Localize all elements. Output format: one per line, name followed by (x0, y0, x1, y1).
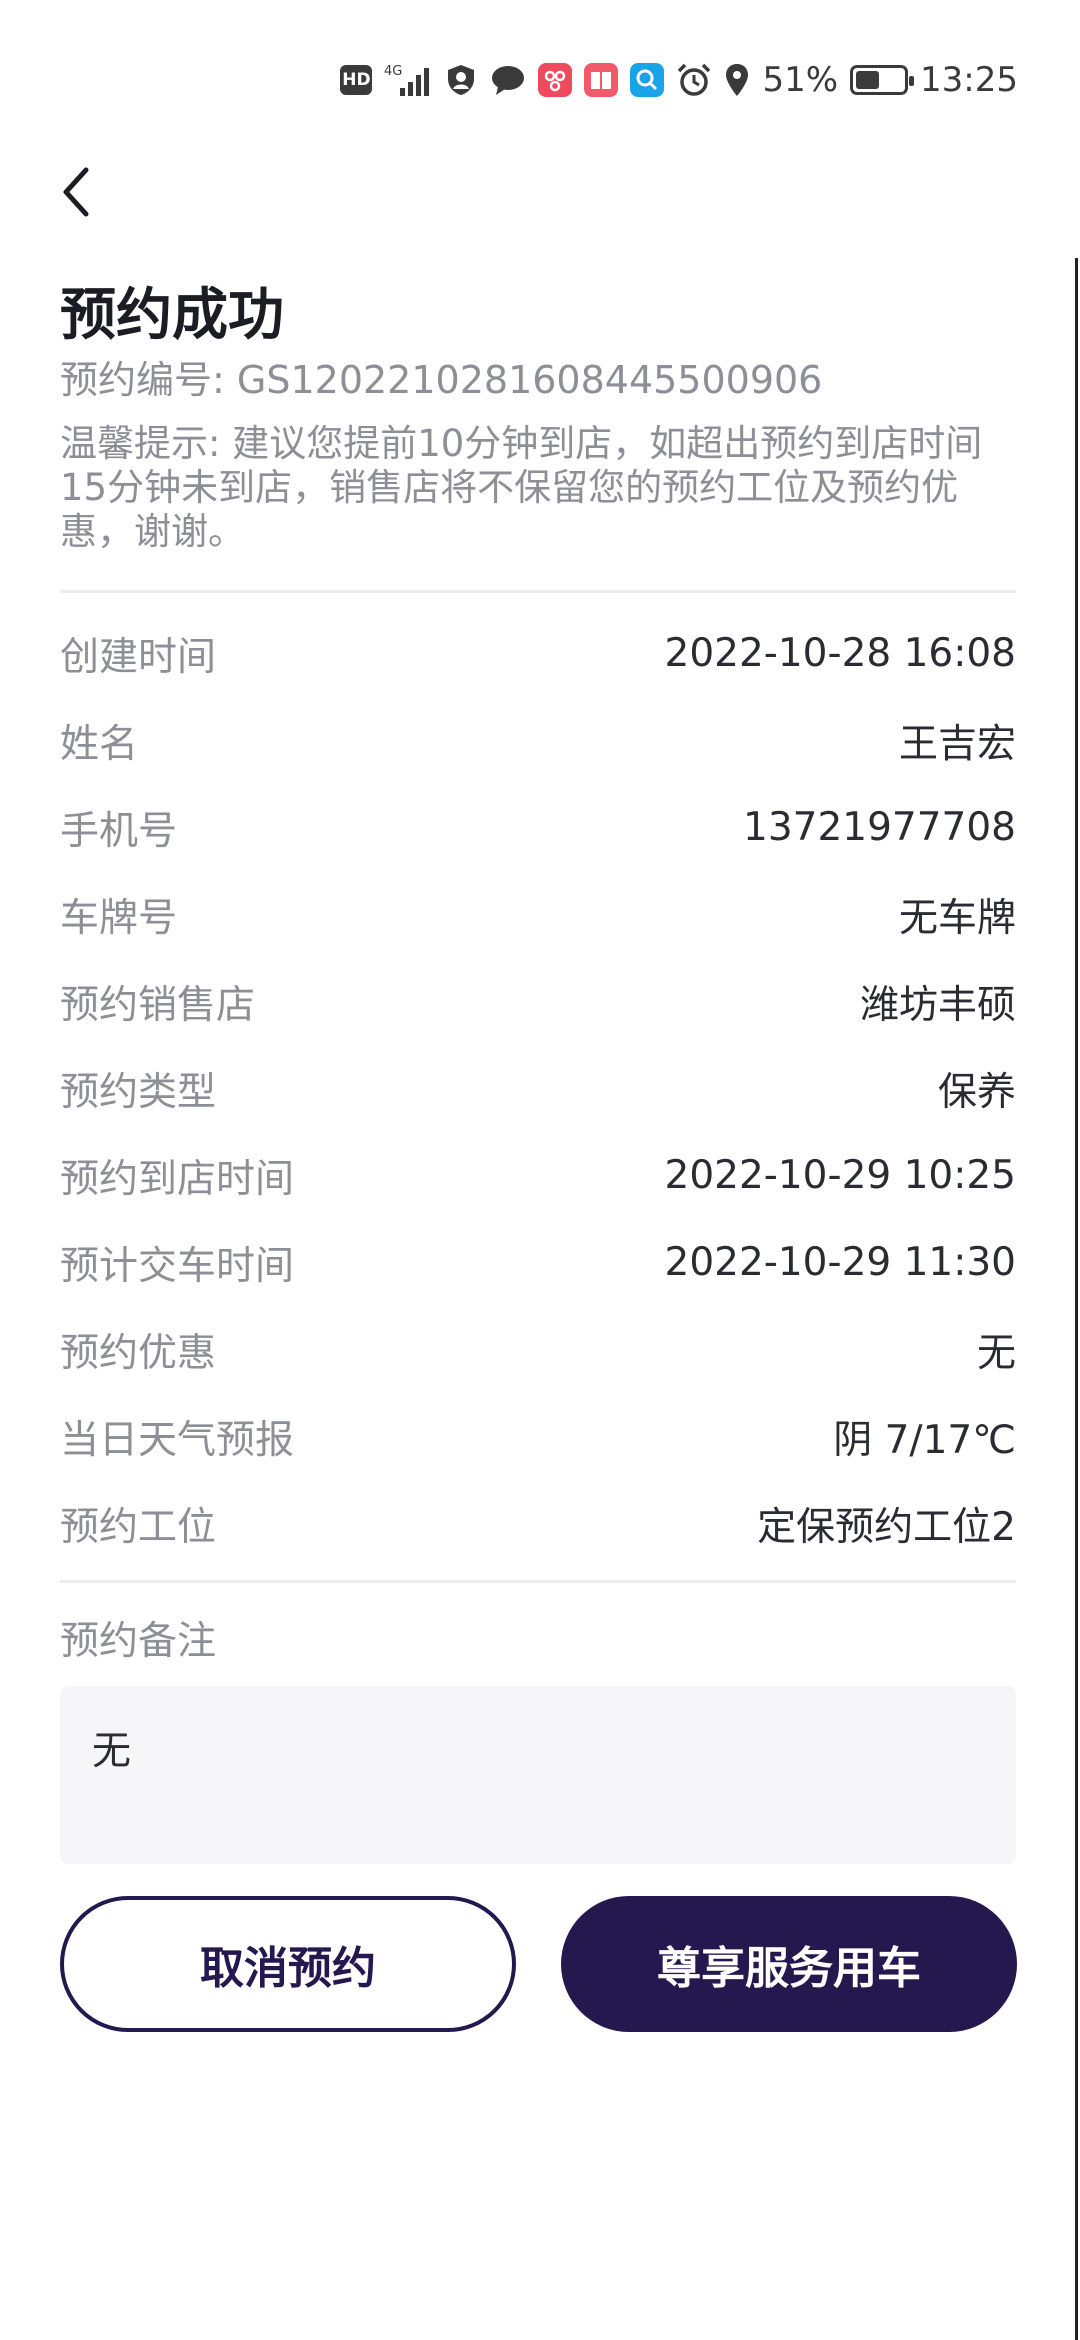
search-app-icon (630, 63, 665, 97)
detail-label: 当日天气预报 (60, 1417, 295, 1463)
detail-label: 姓名 (60, 721, 139, 767)
screen: HD 4G 51% 13:25 预约成功 预约编号: GS12022102816… (0, 0, 1080, 2340)
battery-fill (856, 71, 880, 89)
detail-row-bay: 预约工位 定保预约工位2 (60, 1480, 1016, 1567)
chat-bubble-icon (490, 63, 526, 97)
detail-label: 预约工位 (60, 1504, 217, 1550)
detail-row-weather: 当日天气预报 阴 7/17℃ (60, 1393, 1016, 1480)
detail-value: 无车牌 (898, 895, 1016, 941)
detail-value: 13721977708 (743, 805, 1016, 850)
book-app-icon (584, 63, 619, 97)
divider-top (60, 590, 1016, 593)
detail-row-type: 预约类型 保养 (60, 1045, 1016, 1132)
detail-label: 创建时间 (60, 634, 217, 680)
detail-label: 预约类型 (60, 1069, 217, 1115)
detail-row-phone: 手机号 13721977708 (60, 784, 1016, 871)
detail-value: 王吉宏 (898, 721, 1016, 767)
status-bar: HD 4G 51% 13:25 (340, 52, 1018, 108)
detail-value: 2022-10-28 16:08 (664, 631, 1016, 676)
order-number: 预约编号: GS120221028160844550​0906 (60, 355, 822, 405)
detail-value: 2022-10-29 11:30 (664, 1240, 1016, 1285)
clock-time: 13:25 (920, 60, 1018, 100)
shield-user-icon (444, 63, 478, 97)
detail-row-plate: 车牌号 无车牌 (60, 871, 1016, 958)
remark-box: 无 (60, 1686, 1016, 1864)
detail-value: 保养 (937, 1069, 1016, 1115)
detail-row-name: 姓名 王吉宏 (60, 697, 1016, 784)
detail-label: 车牌号 (60, 895, 178, 941)
detail-label: 预约优惠 (60, 1330, 217, 1376)
detail-row-created-time: 创建时间 2022-10-28 16:08 (60, 610, 1016, 697)
detail-row-delivery-time: 预计交车时间 2022-10-29 11:30 (60, 1219, 1016, 1306)
app-red-icon (538, 63, 573, 97)
chevron-left-icon (63, 167, 89, 217)
detail-value: 2022-10-29 10:25 (664, 1153, 1016, 1198)
detail-row-discount: 预约优惠 无 (60, 1306, 1016, 1393)
divider-bottom (60, 1580, 1016, 1583)
detail-label: 预计交车时间 (60, 1243, 295, 1289)
signal-icon: 4G (384, 62, 432, 98)
back-button[interactable] (56, 162, 116, 222)
detail-label: 预约到店时间 (60, 1156, 295, 1202)
detail-value: 定保预约工位2 (757, 1504, 1016, 1550)
detail-value: 阴 7/17℃ (833, 1417, 1016, 1463)
network-type-label: 4G (384, 64, 402, 79)
detail-row-arrival-time: 预约到店时间 2022-10-29 10:25 (60, 1132, 1016, 1219)
page-title: 预约成功 (60, 283, 284, 348)
detail-value: 潍坊丰硕 (859, 982, 1016, 1028)
order-number-value: GS120221028160844550​0906 (236, 358, 823, 402)
appointment-details: 创建时间 2022-10-28 16:08 姓名 王吉宏 手机号 1372197… (60, 610, 1016, 1567)
detail-label: 手机号 (60, 808, 178, 854)
detail-value: 无 (976, 1330, 1016, 1376)
scroll-edge-line (1075, 258, 1078, 2340)
remark-value: 无 (92, 1729, 132, 1774)
detail-label: 预约销售店 (60, 982, 256, 1028)
hd-icon: HD (340, 65, 373, 95)
alarm-icon (676, 62, 712, 98)
battery-icon (850, 65, 915, 95)
premium-service-car-button[interactable]: 尊享服务用车 (561, 1896, 1017, 2032)
location-pin-icon (724, 62, 750, 98)
remark-label: 预约备注 (60, 1619, 217, 1664)
detail-row-store: 预约销售店 潍坊丰硕 (60, 958, 1016, 1045)
reminder-tip: 温馨提示: 建议您提前10分钟到店，如超出预约到店时间15分钟未到店，销售店将不… (60, 422, 983, 553)
order-number-label: 预约编号: (60, 358, 225, 402)
battery-percent: 51% (762, 60, 839, 100)
cancel-appointment-button[interactable]: 取消预约 (60, 1896, 516, 2032)
